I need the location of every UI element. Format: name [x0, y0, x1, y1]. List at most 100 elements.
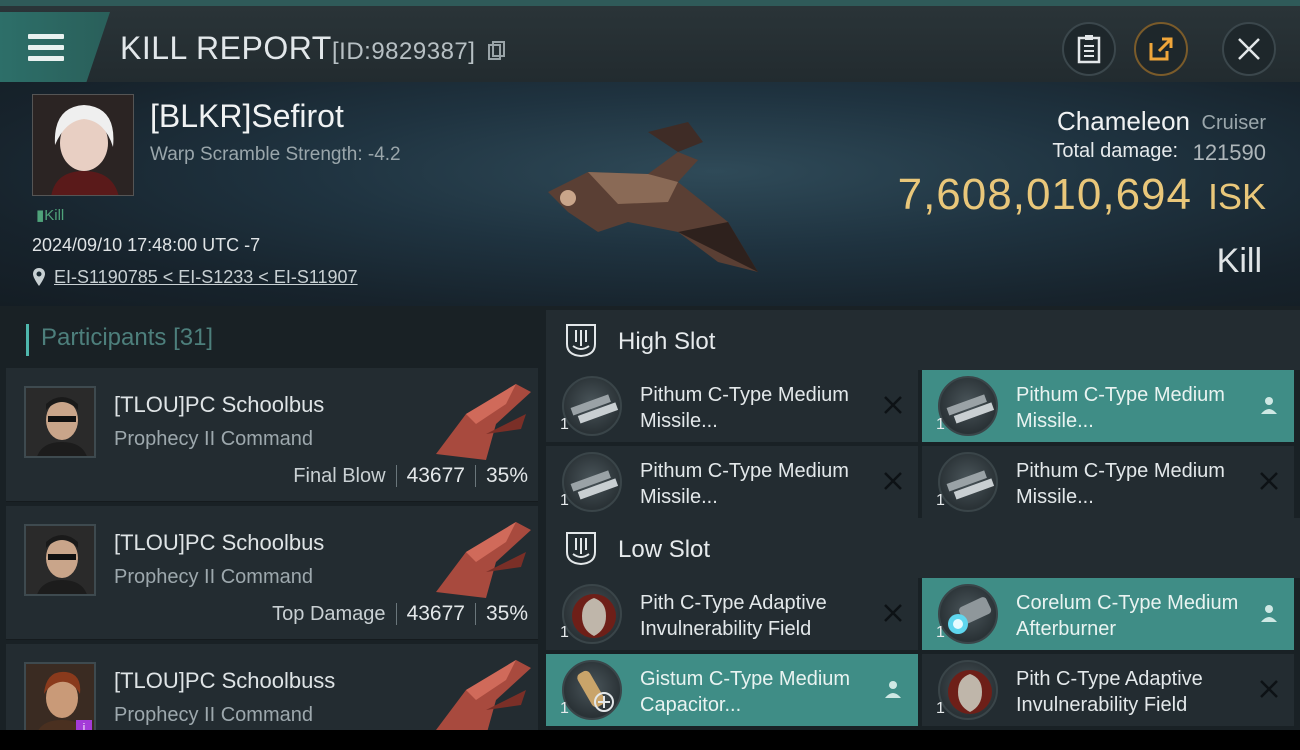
victim-summary: [BLKR]Sefirot Warp Scramble Strength: -4… — [0, 82, 1300, 306]
module-name: Pith C-Type Adaptive Invulnerability Fie… — [1016, 668, 1203, 716]
hamburger-icon — [28, 34, 64, 62]
victim-ship-image — [548, 122, 758, 272]
participant-row[interactable]: [TLOU]PC Schoolbus Prophecy II Command T… — [6, 506, 538, 640]
kill-tag-label: Kill — [44, 207, 65, 224]
destroyed-icon — [884, 604, 902, 622]
victim-name[interactable]: [BLKR]Sefirot — [150, 98, 344, 135]
participant-role: Top Damage — [272, 602, 386, 625]
location-pin-icon — [33, 268, 45, 286]
destroyed-icon — [1260, 472, 1278, 490]
participant-ship-image — [436, 660, 531, 730]
clipboard-icon — [1077, 35, 1101, 64]
module-name: Pithum C-Type Medium Missile... — [640, 460, 849, 508]
bottom-bar — [0, 730, 1300, 750]
module-quantity: 1 — [936, 624, 945, 641]
low-slot-title: Low Slot — [618, 536, 711, 563]
destroyed-icon — [884, 472, 902, 490]
report-id: [ID:9829387] — [332, 38, 476, 65]
menu-button[interactable] — [0, 12, 110, 84]
afterburner-icon — [938, 584, 998, 644]
participant-ship-image — [436, 384, 531, 460]
dropped-person-icon — [1261, 397, 1277, 414]
capacitor-icon — [562, 660, 622, 720]
header-bar: KILL REPORT [ID:9829387] — [0, 0, 1300, 84]
module-item[interactable]: 1 Pithum C-Type Medium Missile... — [546, 446, 918, 518]
share-icon — [1149, 37, 1173, 61]
participant-role: Final Blow — [293, 464, 386, 487]
module-quantity: 1 — [560, 700, 569, 717]
participant-percent: 35% — [485, 464, 528, 487]
participant-ship: Prophecy II Command — [114, 428, 313, 450]
kill-tag: ▮Kill — [36, 207, 65, 224]
missile-launcher-icon — [938, 376, 998, 436]
stat-divider — [395, 465, 397, 487]
total-damage-value: 121590 — [1192, 140, 1266, 165]
victim-ship-class: Cruiser — [1201, 112, 1266, 134]
stat-divider — [474, 603, 476, 625]
participant-damage: 43677 — [406, 464, 465, 487]
close-button[interactable] — [1222, 22, 1276, 76]
module-quantity: 1 — [560, 492, 569, 509]
participant-name: [TLOU]PC Schoolbus — [114, 530, 325, 555]
missile-launcher-icon — [562, 452, 622, 512]
participants-count: [31] — [173, 324, 214, 351]
info-badge: i — [76, 720, 92, 730]
module-item[interactable]: 1 Pith C-Type Adaptive Invulnerability F… — [922, 654, 1294, 726]
close-icon — [1238, 38, 1260, 60]
destroyed-icon — [1260, 680, 1278, 698]
module-name: Corelum C-Type Medium Afterburner — [1016, 592, 1239, 640]
destroyed-icon — [884, 396, 902, 414]
share-button[interactable] — [1134, 22, 1188, 76]
page-title: KILL REPORT — [120, 30, 332, 66]
module-item[interactable]: 1 Gistum C-Type Medium Capacitor... — [546, 654, 918, 726]
participant-ship: Prophecy II Command — [114, 704, 313, 726]
total-damage-label: Total damage: — [1052, 140, 1178, 162]
dropped-person-icon — [885, 681, 901, 698]
participant-row[interactable]: i [TLOU]PC Schoolbuss Prophecy II Comman… — [6, 644, 538, 730]
high-slot-icon — [566, 324, 596, 358]
kill-result-label: Kill — [1216, 242, 1262, 280]
participant-percent: 35% — [485, 602, 528, 625]
warp-scramble-strength: Warp Scramble Strength: -4.2 — [150, 144, 401, 165]
participant-stats: Top Damage 43677 35% — [272, 602, 528, 626]
participant-row[interactable]: [TLOU]PC Schoolbus Prophecy II Command F… — [6, 368, 538, 502]
kill-report-window: KILL REPORT [ID:9829387] [BLKR]Sefirot W… — [0, 0, 1300, 730]
stat-divider — [395, 603, 397, 625]
isk-unit: ISK — [1207, 176, 1266, 217]
victim-ship-name[interactable]: Chameleon — [1057, 106, 1190, 137]
clipboard-button[interactable] — [1062, 22, 1116, 76]
missile-launcher-icon — [938, 452, 998, 512]
module-name: Pithum C-Type Medium Missile... — [640, 384, 849, 432]
module-item[interactable]: 1 Pithum C-Type Medium Missile... — [922, 446, 1294, 518]
module-name: Pithum C-Type Medium Missile... — [1016, 384, 1225, 432]
participant-ship: Prophecy II Command — [114, 566, 313, 588]
location-link[interactable]: EI-S1190785 < EI-S1233 < EI-S11907 — [54, 267, 358, 288]
module-item[interactable]: 1 Pithum C-Type Medium Missile... — [922, 370, 1294, 442]
copy-icon[interactable] — [488, 41, 506, 61]
module-name: Pith C-Type Adaptive Invulnerability Fie… — [640, 592, 827, 640]
module-quantity: 1 — [936, 700, 945, 717]
participant-avatar — [24, 386, 96, 458]
participant-name: [TLOU]PC Schoolbus — [114, 392, 325, 417]
participants-panel: Participants [31] [TLOU]PC Schoolbus Pro… — [0, 306, 540, 730]
kill-datetime: 2024/09/10 17:48:00 UTC -7 — [32, 235, 261, 255]
participants-label: Participants — [41, 324, 167, 351]
module-quantity: 1 — [936, 416, 945, 433]
module-quantity: 1 — [560, 416, 569, 433]
participant-ship-image — [436, 522, 531, 598]
participants-header: Participants [31] — [26, 324, 213, 356]
module-quantity: 1 — [936, 492, 945, 509]
participant-name: [TLOU]PC Schoolbuss — [114, 668, 336, 693]
module-name: Gistum C-Type Medium Capacitor... — [640, 668, 851, 716]
shield-field-icon — [938, 660, 998, 720]
participant-stats: Final Blow 43677 35% — [293, 464, 528, 488]
victim-avatar[interactable] — [32, 94, 134, 196]
stat-divider — [474, 465, 476, 487]
module-name: Pithum C-Type Medium Missile... — [1016, 460, 1225, 508]
isk-value: 7,608,010,694 — [897, 170, 1192, 219]
high-slot-header: High Slot — [546, 310, 1300, 370]
missile-launcher-icon — [562, 376, 622, 436]
module-item[interactable]: 1 Corelum C-Type Medium Afterburner — [922, 578, 1294, 650]
module-item[interactable]: 1 Pith C-Type Adaptive Invulnerability F… — [546, 578, 918, 650]
module-item[interactable]: 1 Pithum C-Type Medium Missile... — [546, 370, 918, 442]
